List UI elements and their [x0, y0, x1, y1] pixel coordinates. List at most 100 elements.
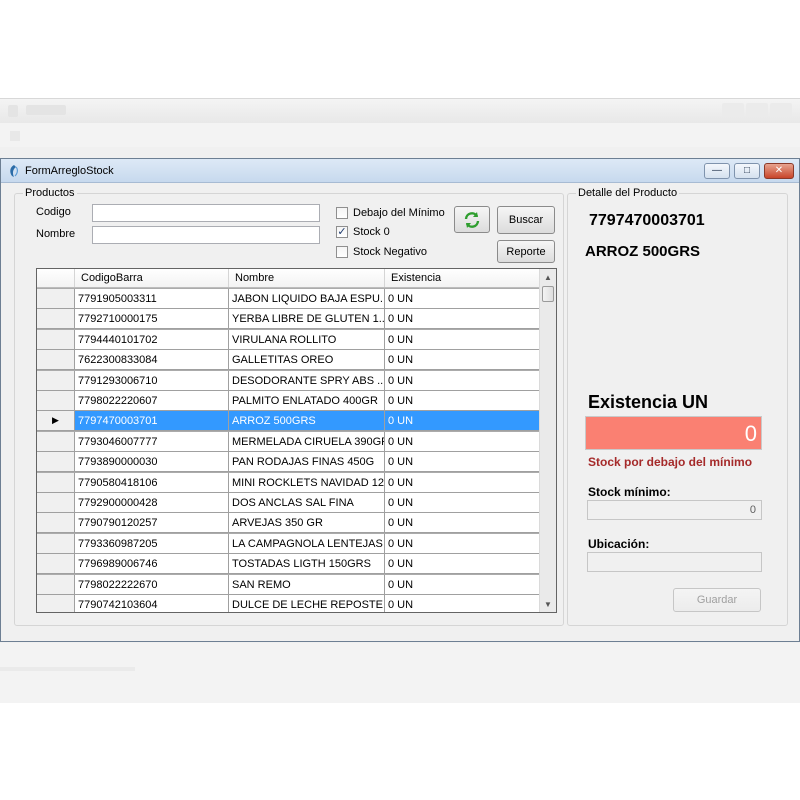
table-row[interactable]: 7798022222670 SAN REMO 0 UN — [37, 574, 540, 595]
stock-negativo-checkbox[interactable] — [336, 246, 348, 258]
row-header[interactable] — [37, 595, 75, 612]
table-row[interactable]: 7796989006746 TOSTADAS LIGTH 150GRS 0 UN — [37, 554, 540, 575]
row-header[interactable] — [37, 329, 75, 350]
reporte-button[interactable]: Reporte — [497, 240, 555, 263]
table-row[interactable]: 7793360987205 LA CAMPAGNOLA LENTEJAS 0 UN — [37, 533, 540, 554]
table-row[interactable]: 7791293006710 DESODORANTE SPRY ABS ... 0 U… — [37, 370, 540, 391]
productos-grid[interactable]: CodigoBarra Nombre Existencia 7791905003… — [36, 268, 557, 613]
cell-nombre[interactable]: PAN RODAJAS FINAS 450G — [229, 452, 385, 473]
column-header-existencia[interactable]: Existencia — [385, 269, 540, 287]
cell-codigo-barra[interactable]: 7793046007777 — [75, 431, 229, 452]
cell-existencia[interactable]: 0 UN — [385, 493, 540, 513]
cell-existencia[interactable]: 0 UN — [385, 370, 540, 391]
table-row[interactable]: ▶ 7797470003701 ARROZ 500GRS 0 UN — [37, 411, 540, 432]
cell-codigo-barra[interactable]: 7793360987205 — [75, 533, 229, 554]
row-header[interactable]: ▶ — [37, 411, 75, 432]
cell-nombre[interactable]: DESODORANTE SPRY ABS ... — [229, 370, 385, 391]
stock-0-checkbox[interactable]: ✓ — [336, 226, 348, 238]
close-button[interactable]: ✕ — [764, 163, 794, 179]
column-header-codigo-barra[interactable]: CodigoBarra — [75, 269, 229, 287]
stock-negativo-checkbox-row[interactable]: Stock Negativo — [336, 246, 427, 258]
cell-nombre[interactable]: DULCE DE LECHE REPOSTE... — [229, 595, 385, 612]
table-row[interactable]: 7793046007777 MERMELADA CIRUELA 390GR 0 UN — [37, 431, 540, 452]
buscar-button[interactable]: Buscar — [497, 206, 555, 234]
stock-0-checkbox-row[interactable]: ✓ Stock 0 — [336, 226, 390, 238]
cell-existencia[interactable]: 0 UN — [385, 533, 540, 554]
cell-nombre[interactable]: SAN REMO — [229, 574, 385, 595]
cell-existencia[interactable]: 0 UN — [385, 595, 540, 612]
column-header-nombre[interactable]: Nombre — [229, 269, 385, 287]
scroll-down-icon[interactable]: ▼ — [540, 596, 556, 612]
cell-existencia[interactable]: 0 UN — [385, 472, 540, 493]
cell-nombre[interactable]: DOS ANCLAS SAL FINA — [229, 493, 385, 513]
cell-codigo-barra[interactable]: 7796989006746 — [75, 554, 229, 575]
cell-existencia[interactable]: 0 UN — [385, 431, 540, 452]
row-header[interactable] — [37, 350, 75, 371]
codigo-input[interactable] — [92, 204, 320, 222]
cell-nombre[interactable]: GALLETITAS OREO — [229, 350, 385, 371]
row-header[interactable] — [37, 554, 75, 575]
row-header[interactable] — [37, 289, 75, 309]
cell-nombre[interactable]: JABON LIQUIDO BAJA ESPU... — [229, 289, 385, 309]
guardar-button[interactable]: Guardar — [673, 588, 761, 612]
table-row[interactable]: 7792710000175 YERBA LIBRE DE GLUTEN 1... 0… — [37, 309, 540, 330]
row-header[interactable] — [37, 452, 75, 473]
row-header[interactable] — [37, 513, 75, 534]
cell-nombre[interactable]: MERMELADA CIRUELA 390GR — [229, 431, 385, 452]
cell-existencia[interactable]: 0 UN — [385, 411, 540, 432]
cell-codigo-barra[interactable]: 7798022220607 — [75, 391, 229, 411]
cell-nombre[interactable]: MINI ROCKLETS NAVIDAD 12... — [229, 472, 385, 493]
table-row[interactable]: 7792900000428 DOS ANCLAS SAL FINA 0 UN — [37, 493, 540, 513]
cell-codigo-barra[interactable]: 7790790120257 — [75, 513, 229, 534]
table-row[interactable]: 7794440101702 VIRULANA ROLLITO 0 UN — [37, 329, 540, 350]
cell-nombre[interactable]: VIRULANA ROLLITO — [229, 329, 385, 350]
table-row[interactable]: 7790580418106 MINI ROCKLETS NAVIDAD 12...… — [37, 472, 540, 493]
row-header[interactable] — [37, 574, 75, 595]
cell-codigo-barra[interactable]: 7798022222670 — [75, 574, 229, 595]
cell-existencia[interactable]: 0 UN — [385, 309, 540, 330]
cell-nombre[interactable]: LA CAMPAGNOLA LENTEJAS — [229, 533, 385, 554]
cell-existencia[interactable]: 0 UN — [385, 554, 540, 575]
cell-nombre[interactable]: ARROZ 500GRS — [229, 411, 385, 432]
table-row[interactable]: 7790790120257 ARVEJAS 350 GR 0 UN — [37, 513, 540, 534]
cell-existencia[interactable]: 0 UN — [385, 289, 540, 309]
scroll-thumb[interactable] — [542, 286, 554, 302]
row-header[interactable] — [37, 370, 75, 391]
row-header[interactable] — [37, 391, 75, 411]
cell-codigo-barra[interactable]: 7797470003701 — [75, 411, 229, 432]
table-row[interactable]: 7793890000030 PAN RODAJAS FINAS 450G 0 UN — [37, 452, 540, 473]
cell-existencia[interactable]: 0 UN — [385, 452, 540, 473]
cell-codigo-barra[interactable]: 7790580418106 — [75, 472, 229, 493]
grid-vertical-scrollbar[interactable]: ▲ ▼ — [539, 269, 556, 612]
cell-existencia[interactable]: 0 UN — [385, 391, 540, 411]
cell-nombre[interactable]: TOSTADAS LIGTH 150GRS — [229, 554, 385, 575]
table-row[interactable]: 7798022220607 PALMITO ENLATADO 400GR 0 UN — [37, 391, 540, 411]
minimize-button[interactable]: — — [704, 163, 730, 179]
cell-codigo-barra[interactable]: 7793890000030 — [75, 452, 229, 473]
cell-existencia[interactable]: 0 UN — [385, 329, 540, 350]
debajo-minimo-checkbox-row[interactable]: Debajo del Mínimo — [336, 207, 445, 219]
nombre-input[interactable] — [92, 226, 320, 244]
row-header[interactable] — [37, 309, 75, 330]
cell-nombre[interactable]: ARVEJAS 350 GR — [229, 513, 385, 534]
scroll-up-icon[interactable]: ▲ — [540, 269, 556, 285]
row-header[interactable] — [37, 472, 75, 493]
cell-codigo-barra[interactable]: 7792900000428 — [75, 493, 229, 513]
cell-codigo-barra[interactable]: 7790742103604 — [75, 595, 229, 612]
row-header[interactable] — [37, 493, 75, 513]
debajo-minimo-checkbox[interactable] — [336, 207, 348, 219]
cell-codigo-barra[interactable]: 7792710000175 — [75, 309, 229, 330]
cell-nombre[interactable]: PALMITO ENLATADO 400GR — [229, 391, 385, 411]
cell-codigo-barra[interactable]: 7794440101702 — [75, 329, 229, 350]
maximize-button[interactable]: □ — [734, 163, 760, 179]
row-header[interactable] — [37, 533, 75, 554]
cell-codigo-barra[interactable]: 7622300833084 — [75, 350, 229, 371]
table-row[interactable]: 7622300833084 GALLETITAS OREO 0 UN — [37, 350, 540, 371]
cell-codigo-barra[interactable]: 7791293006710 — [75, 370, 229, 391]
cell-existencia[interactable]: 0 UN — [385, 513, 540, 534]
table-row[interactable]: 7791905003311 JABON LIQUIDO BAJA ESPU... 0… — [37, 289, 540, 309]
cell-existencia[interactable]: 0 UN — [385, 350, 540, 371]
stock-minimo-field[interactable]: 0 — [587, 500, 762, 520]
cell-nombre[interactable]: YERBA LIBRE DE GLUTEN 1... — [229, 309, 385, 330]
table-row[interactable]: 7790742103604 DULCE DE LECHE REPOSTE... 0 … — [37, 595, 540, 612]
